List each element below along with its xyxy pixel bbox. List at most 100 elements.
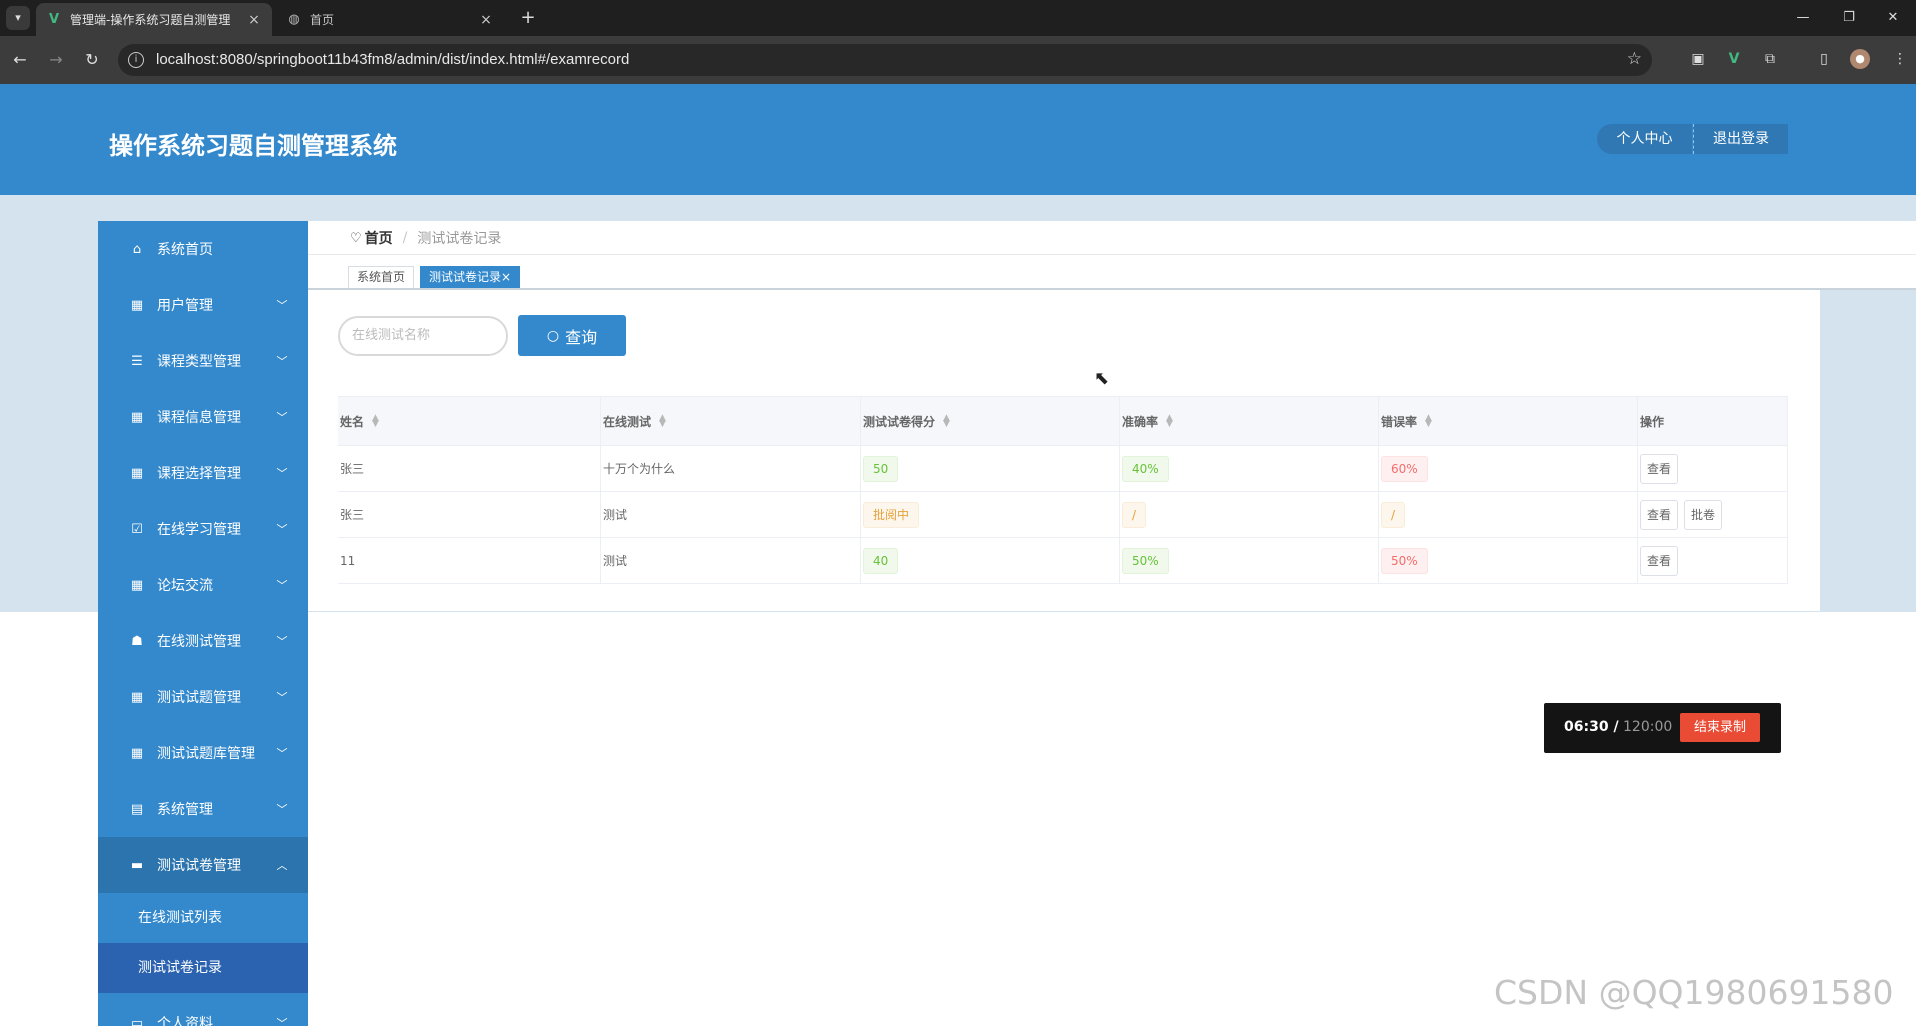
sort-icon[interactable]: ▲ ▼	[1425, 414, 1432, 429]
sidebar-item-forum[interactable]: ▦ 论坛交流 ﹀	[98, 557, 308, 613]
browser-tabstrip: ▾ V 管理端-操作系统习题自测管理 × ◍ 首页 × + — ❐ ✕	[0, 0, 1916, 36]
sidebar-item-profile[interactable]: ▭ 个人资料 ﹀	[98, 995, 308, 1026]
thumb-icon: ☗	[131, 633, 143, 649]
sidebar-item-label: 系统首页	[157, 242, 213, 258]
forward-icon[interactable]: →	[44, 48, 68, 72]
cell-name: 11	[338, 538, 601, 583]
tag-close-icon[interactable]: ×	[501, 270, 511, 284]
view-button[interactable]: 查看	[1640, 453, 1679, 484]
cell-actions: 查看	[1638, 446, 1788, 491]
submenu-item-online-test-list[interactable]: 在线测试列表	[98, 893, 308, 943]
error-tag: 60%	[1381, 455, 1428, 482]
sidebar-item-exam-papers[interactable]: ▬ 测试试卷管理 ︿	[98, 837, 308, 893]
view-button[interactable]: 查看	[1640, 499, 1679, 530]
sidebar-item-system[interactable]: ▤ 系统管理 ﹀	[98, 781, 308, 837]
sidebar-item-users[interactable]: ▦ 用户管理 ﹀	[98, 277, 308, 333]
sidebar-item-label: 课程选择管理	[157, 466, 241, 482]
sidebar-item-label: 用户管理	[157, 298, 213, 314]
tab-close-icon[interactable]: ×	[246, 12, 262, 28]
col-header-error[interactable]: 错误率 ▲ ▼	[1379, 397, 1638, 445]
submenu-item-exam-records[interactable]: 测试试卷记录	[98, 943, 308, 993]
recording-timer: 06:30 / 120:00	[1564, 719, 1672, 735]
accuracy-tag: 40%	[1122, 455, 1169, 482]
cell-error: 50%	[1379, 538, 1638, 583]
sidebar-item-test-questions[interactable]: ▦ 测试试题管理 ﹀	[98, 669, 308, 725]
breadcrumb-home[interactable]: 首页	[365, 228, 393, 248]
right-gutter	[1820, 290, 1916, 612]
address-bar[interactable]: i localhost:8080/springboot11b43fm8/admi…	[118, 44, 1652, 76]
sidebar-item-label: 测试试卷管理	[157, 858, 241, 874]
sidebar-item-online-test[interactable]: ☗ 在线测试管理 ﹀	[98, 613, 308, 669]
url-text: localhost:8080/springboot11b43fm8/admin/…	[156, 51, 630, 68]
sidebar-item-question-bank[interactable]: ▦ 测试试题库管理 ﹀	[98, 725, 308, 781]
reload-icon[interactable]: ↻	[80, 48, 104, 72]
tag-exam-records[interactable]: 测试试卷记录×	[420, 266, 521, 289]
sort-icon[interactable]: ▲ ▼	[943, 414, 950, 429]
close-window-icon[interactable]: ✕	[1870, 0, 1916, 36]
col-header-score[interactable]: 测试试卷得分 ▲ ▼	[861, 397, 1120, 445]
globe-favicon-icon: ◍	[288, 11, 300, 27]
view-button[interactable]: 查看	[1640, 545, 1679, 576]
sidebar-item-label: 在线学习管理	[157, 522, 241, 538]
search-button-label: 查询	[565, 327, 598, 347]
sidebar-item-course-info[interactable]: ▦ 课程信息管理 ﹀	[98, 389, 308, 445]
sidebar-item-course-type[interactable]: ☰ 课程类型管理 ﹀	[98, 333, 308, 389]
search-input[interactable]: 在线测试名称	[338, 316, 508, 356]
profile-button[interactable]: 个人中心	[1597, 124, 1692, 154]
sort-icon[interactable]: ▲ ▼	[1166, 414, 1173, 429]
column-label: 在线测试	[603, 414, 652, 429]
tab-close-icon[interactable]: ×	[478, 12, 494, 28]
browser-tab-active[interactable]: V 管理端-操作系统习题自测管理 ×	[36, 3, 272, 36]
minimize-icon[interactable]: —	[1780, 0, 1826, 36]
cell-accuracy: 50%	[1120, 538, 1379, 583]
grade-button[interactable]: 批卷	[1684, 499, 1723, 530]
menu-kebab-icon[interactable]: ⋮	[1890, 49, 1910, 69]
sidebar-item-label: 系统管理	[157, 802, 213, 818]
grid-icon: ▦	[130, 409, 144, 425]
cell-actions: 查看	[1638, 538, 1788, 583]
cell-accuracy: 40%	[1120, 446, 1379, 491]
chevron-up-icon: ︿	[276, 859, 288, 872]
tag-home[interactable]: 系统首页	[348, 266, 415, 289]
sort-icon[interactable]: ▲ ▼	[659, 414, 666, 429]
sidebar-item-label: 测试试题库管理	[157, 746, 255, 762]
home-icon: ⌂	[132, 241, 142, 257]
cell-name: 张三	[338, 492, 601, 537]
chat-icon: ▤	[130, 801, 144, 817]
extension-icon[interactable]: ▣	[1688, 49, 1708, 69]
col-header-test[interactable]: 在线测试 ▲ ▼	[601, 397, 861, 445]
cell-error: /	[1379, 492, 1638, 537]
bookmark-star-icon[interactable]: ☆	[1627, 49, 1642, 69]
tab-list-button[interactable]: ▾	[6, 6, 30, 30]
column-label: 错误率	[1381, 414, 1418, 429]
recording-elapsed: 06:30 /	[1564, 719, 1619, 735]
sidebar-item-label: 个人资料	[157, 1016, 213, 1026]
site-info-icon[interactable]: i	[128, 52, 144, 68]
back-icon[interactable]: ←	[8, 48, 32, 72]
sidepanel-icon[interactable]: ▯	[1814, 49, 1834, 69]
col-header-name[interactable]: 姓名 ▲ ▼	[338, 397, 601, 445]
divider	[308, 254, 1916, 255]
error-tag: /	[1381, 501, 1406, 528]
sidebar-item-label: 课程信息管理	[157, 410, 241, 426]
grid-icon: ▦	[130, 745, 144, 761]
accuracy-tag: 50%	[1122, 547, 1169, 574]
logout-button[interactable]: 退出登录	[1693, 124, 1788, 154]
tab-title: 管理端-操作系统习题自测管理	[70, 13, 231, 27]
sort-icon[interactable]: ▲ ▼	[372, 414, 379, 429]
puzzle-icon[interactable]: ⧉	[1760, 49, 1780, 69]
col-header-accuracy[interactable]: 准确率 ▲ ▼	[1120, 397, 1379, 445]
new-tab-button[interactable]: +	[516, 6, 540, 30]
column-label: 测试试卷得分	[863, 414, 936, 429]
sidebar-item-home[interactable]: ⌂ 系统首页	[98, 221, 308, 277]
sidebar-item-course-select[interactable]: ▦ 课程选择管理 ﹀	[98, 445, 308, 501]
profile-avatar[interactable]: ●	[1850, 49, 1870, 69]
sidebar-item-online-learning[interactable]: ☑ 在线学习管理 ﹀	[98, 501, 308, 557]
stop-recording-button[interactable]: 结束录制	[1680, 713, 1760, 742]
vue-devtools-icon[interactable]: V	[1724, 49, 1744, 69]
app-header: 操作系统习题自测管理系统 个人中心 退出登录	[0, 84, 1916, 195]
accuracy-tag: /	[1122, 501, 1147, 528]
browser-tab-home[interactable]: ◍ 首页 ×	[276, 3, 504, 36]
search-button[interactable]: ○ 查询	[518, 315, 626, 356]
restore-icon[interactable]: ❐	[1826, 0, 1872, 36]
